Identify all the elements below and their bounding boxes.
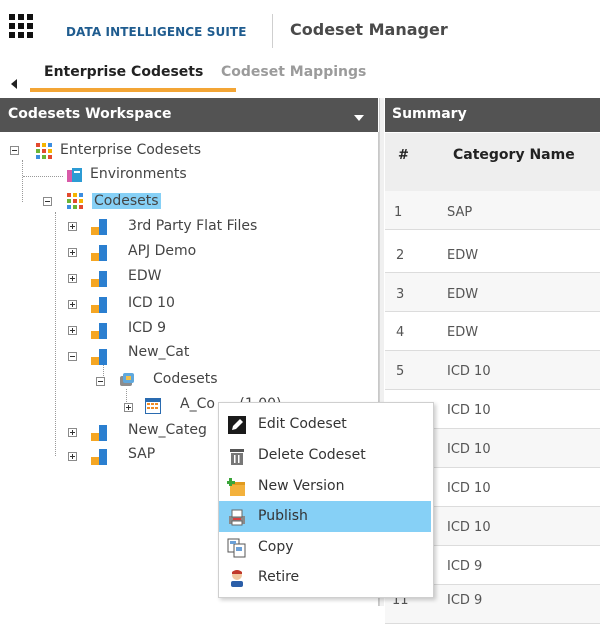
tree-node-category[interactable]: SAP	[128, 446, 155, 462]
expand-toggle[interactable]	[68, 248, 77, 257]
trash-icon	[230, 449, 244, 465]
row-number: 5	[396, 364, 405, 379]
copy-icon	[227, 538, 246, 558]
active-tab-indicator	[30, 88, 236, 92]
menu-item-edit-codeset[interactable]: Edit Codeset	[219, 409, 431, 440]
tab-enterprise-codesets[interactable]: Enterprise Codesets	[44, 64, 203, 80]
expand-toggle[interactable]	[124, 403, 133, 412]
table-row[interactable]	[385, 273, 600, 312]
menu-item-label: Copy	[258, 539, 294, 555]
category-icon	[91, 297, 107, 313]
row-category-name: SAP	[447, 205, 473, 220]
environments-icon	[67, 168, 82, 182]
brand-name: DATA INTELLIGENCE SUITE	[66, 25, 247, 39]
chevron-down-icon[interactable]	[354, 115, 364, 121]
category-icon	[91, 271, 107, 287]
row-category-name: EDW	[447, 287, 479, 302]
row-category-name: ICD 10	[447, 520, 491, 535]
menu-item-label: Delete Codeset	[258, 447, 366, 463]
tree-line	[23, 176, 63, 177]
menu-item-label: Edit Codeset	[258, 416, 347, 432]
expand-toggle[interactable]	[68, 326, 77, 335]
enterprise-codesets-icon	[36, 143, 52, 159]
row-number: 3	[396, 287, 405, 302]
expand-toggle[interactable]	[68, 300, 77, 309]
tab-scroll-left-icon[interactable]	[11, 79, 17, 89]
table-row[interactable]	[385, 351, 600, 390]
tree-node-a-codeset-label: A_Co	[180, 396, 215, 412]
tree-node-codesets[interactable]: Codesets	[92, 193, 161, 209]
menu-item-new-version[interactable]: New Version	[219, 471, 431, 502]
row-category-name: ICD 9	[447, 559, 483, 574]
category-icon	[91, 219, 107, 235]
tree-line	[22, 160, 23, 202]
row-category-name: EDW	[447, 248, 479, 263]
expand-toggle[interactable]	[68, 274, 77, 283]
tab-codeset-mappings[interactable]: Codeset Mappings	[221, 64, 366, 80]
tree-node-codesets-label: Codesets	[92, 193, 161, 209]
collapse-toggle[interactable]	[43, 197, 52, 206]
menu-item-retire[interactable]: Retire	[219, 562, 431, 593]
tree-node-category[interactable]: ICD 9	[128, 320, 166, 336]
menu-item-copy[interactable]: Copy	[219, 532, 431, 563]
tree-line	[55, 212, 56, 456]
tree-node-category[interactable]: EDW	[128, 268, 161, 284]
tree-node-category[interactable]: New_Cat	[128, 344, 189, 360]
expand-toggle[interactable]	[68, 222, 77, 231]
summary-title: Summary	[392, 106, 467, 122]
row-category-name: ICD 10	[447, 403, 491, 418]
row-number: 2	[396, 248, 405, 263]
row-category-name: ICD 10	[447, 442, 491, 457]
menu-item-label: Retire	[258, 569, 300, 585]
column-header-number[interactable]: #	[398, 148, 409, 163]
workspace-title: Codesets Workspace	[8, 106, 172, 122]
row-number: 1	[394, 205, 403, 220]
expand-toggle[interactable]	[68, 428, 77, 437]
category-icon	[91, 349, 107, 365]
tree-node-category[interactable]: New_Categ	[128, 422, 207, 438]
table-row[interactable]	[385, 234, 600, 273]
tree-node-category[interactable]: APJ Demo	[128, 243, 196, 259]
collapse-toggle[interactable]	[10, 146, 19, 155]
category-icon	[91, 245, 107, 261]
menu-item-delete-codeset[interactable]: Delete Codeset	[219, 440, 431, 471]
app-title: Codeset Manager	[290, 20, 448, 39]
table-row[interactable]	[385, 191, 600, 230]
tree-node-enterprise-codesets[interactable]: Enterprise Codesets	[60, 142, 201, 158]
menu-item-publish[interactable]: Publish	[219, 501, 431, 532]
codesets-grid-icon	[67, 193, 83, 209]
menu-item-label: Publish	[258, 508, 308, 524]
category-icon	[91, 425, 107, 441]
tree-node-category[interactable]: ICD 10	[128, 295, 175, 311]
menu-item-label: New Version	[258, 478, 345, 494]
category-icon	[91, 449, 107, 465]
category-icon	[91, 323, 107, 339]
collapse-toggle[interactable]	[68, 352, 77, 361]
retire-icon	[231, 570, 243, 587]
table-row[interactable]	[385, 312, 600, 351]
row-category-name: EDW	[447, 325, 479, 340]
tree-node-category[interactable]: 3rd Party Flat Files	[128, 218, 257, 234]
tree-node-new-cat-codesets[interactable]: Codesets	[153, 371, 218, 387]
pencil-icon	[228, 416, 246, 434]
row-category-name: ICD 10	[447, 364, 491, 379]
publish-icon	[229, 509, 245, 526]
collapse-toggle[interactable]	[96, 377, 105, 386]
header-divider	[272, 14, 273, 48]
tree-node-environments[interactable]: Environments	[90, 166, 187, 182]
app-grid-icon[interactable]	[9, 14, 33, 38]
expand-toggle[interactable]	[68, 452, 77, 461]
row-number: 4	[396, 325, 405, 340]
column-header-category-name[interactable]: Category Name	[453, 147, 575, 163]
codeset-folder-icon	[120, 373, 134, 386]
row-category-name: ICD 10	[447, 481, 491, 496]
new-version-icon	[227, 478, 245, 496]
codeset-table-icon	[145, 398, 161, 414]
